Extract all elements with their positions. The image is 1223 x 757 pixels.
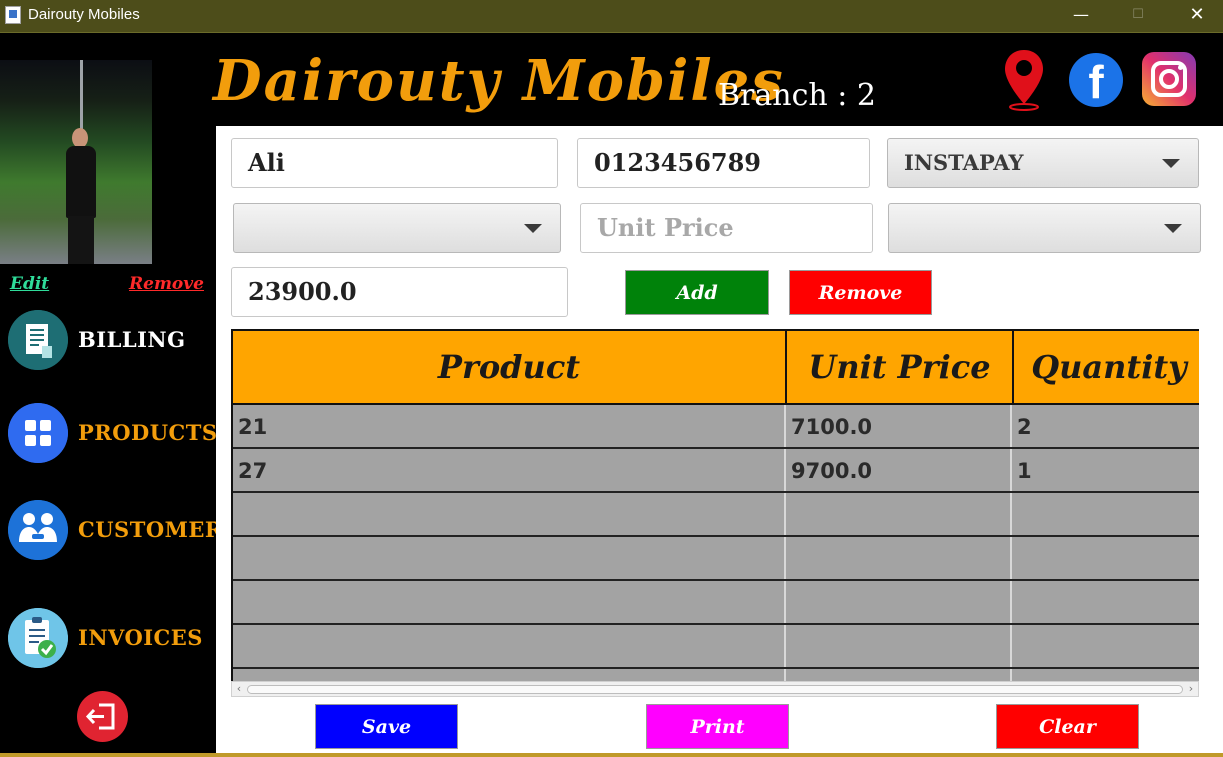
table-row[interactable]: 27 9700.0 1 (233, 449, 1199, 493)
table-cell[interactable] (233, 669, 786, 681)
payment-method-select[interactable]: INSTAPAY (887, 138, 1199, 188)
table-cell[interactable]: 2 (1012, 405, 1199, 447)
table-cell[interactable] (1012, 537, 1199, 579)
table-cell[interactable] (786, 625, 1012, 667)
table-row[interactable] (233, 493, 1199, 537)
table-cell[interactable]: 9700.0 (786, 449, 1012, 491)
table-cell[interactable] (1012, 581, 1199, 623)
table-cell[interactable] (786, 537, 1012, 579)
table-cell[interactable] (1012, 493, 1199, 535)
remove-item-button[interactable]: Remove (789, 270, 932, 315)
customer-name-field[interactable]: Ali (231, 138, 558, 188)
instagram-icon[interactable] (1142, 52, 1196, 106)
minimize-button[interactable]: — (1051, 0, 1111, 33)
app-icon (5, 6, 21, 24)
table-header: Product Unit Price Quantity (233, 329, 1199, 405)
title-bar: Dairouty Mobiles — ☐ ✕ (0, 0, 1223, 33)
table-cell[interactable] (1012, 625, 1199, 667)
brand-title: Dairouty Mobiles (213, 48, 785, 114)
add-button[interactable]: Add (625, 270, 769, 315)
table-row[interactable]: 21 7100.0 2 (233, 405, 1199, 449)
clear-button[interactable]: Clear (996, 704, 1139, 749)
profile-photo (0, 60, 152, 264)
nav-products[interactable]: PRODUCTS (8, 403, 218, 465)
cart-table[interactable]: Product Unit Price Quantity 21 7100.0 2 27 9… (231, 329, 1199, 681)
unit-price-field[interactable]: Unit Price (580, 203, 873, 253)
branch-label: Branch : 2 (718, 78, 876, 113)
scroll-right-icon[interactable]: › (1184, 682, 1198, 696)
table-cell[interactable] (233, 581, 786, 623)
nav-customers-label: CUSTOMERS (78, 517, 239, 542)
nav-invoices-label: INVOICES (78, 625, 203, 650)
sidebar: Edit Remove BILLING PRODUCTS CUSTOMERS I… (0, 34, 238, 757)
nav-customers[interactable]: CUSTOMERS (8, 500, 238, 562)
quantity-select[interactable] (888, 203, 1201, 253)
table-cell[interactable] (233, 537, 786, 579)
horizontal-scrollbar[interactable]: ‹ › (231, 681, 1199, 697)
nav-products-label: PRODUCTS (78, 420, 218, 445)
table-row[interactable] (233, 537, 1199, 581)
customers-icon (8, 500, 68, 560)
column-header-unit-price[interactable]: Unit Price (787, 331, 1014, 403)
table-cell[interactable]: 7100.0 (786, 405, 1012, 447)
chevron-down-icon (524, 224, 542, 233)
table-row[interactable] (233, 669, 1199, 681)
table-cell[interactable]: 1 (1012, 449, 1199, 491)
invoices-icon (8, 608, 68, 668)
table-cell[interactable]: 21 (233, 405, 786, 447)
scroll-left-icon[interactable]: ‹ (232, 682, 246, 696)
edit-photo-link[interactable]: Edit (10, 274, 49, 294)
logout-button[interactable] (77, 691, 128, 742)
chevron-down-icon (1162, 159, 1180, 168)
close-button[interactable]: ✕ (1167, 0, 1223, 33)
product-select[interactable] (233, 203, 561, 253)
table-cell[interactable] (786, 493, 1012, 535)
logout-icon (85, 703, 115, 730)
table-cell[interactable] (786, 669, 1012, 681)
products-icon (8, 403, 68, 463)
table-row[interactable] (233, 581, 1199, 625)
bottom-border (0, 753, 1223, 757)
location-icon[interactable] (1002, 48, 1046, 112)
scrollbar-thumb[interactable] (247, 685, 1183, 694)
table-row[interactable] (233, 625, 1199, 669)
table-cell[interactable] (233, 493, 786, 535)
nav-billing-label: BILLING (78, 327, 186, 352)
chevron-down-icon (1164, 224, 1182, 233)
billing-icon (8, 310, 68, 370)
remove-photo-link[interactable]: Remove (129, 274, 204, 294)
table-cell[interactable] (233, 625, 786, 667)
save-button[interactable]: Save (315, 704, 458, 749)
phone-field[interactable]: 0123456789 (577, 138, 870, 188)
table-cell[interactable] (786, 581, 1012, 623)
maximize-button[interactable]: ☐ (1108, 0, 1168, 33)
billing-panel: Ali 0123456789 INSTAPAY Unit Price 23900… (216, 126, 1223, 753)
column-header-product[interactable]: Product (233, 331, 787, 403)
nav-billing[interactable]: BILLING (8, 310, 216, 372)
table-cell[interactable]: 27 (233, 449, 786, 491)
window-title: Dairouty Mobiles (28, 6, 140, 23)
facebook-icon[interactable]: f (1069, 53, 1123, 108)
print-button[interactable]: Print (646, 704, 789, 749)
nav-invoices[interactable]: INVOICES (8, 608, 216, 670)
payment-method-value: INSTAPAY (904, 150, 1024, 175)
total-field[interactable]: 23900.0 (231, 267, 568, 317)
column-header-quantity[interactable]: Quantity (1014, 331, 1199, 403)
table-cell[interactable] (1012, 669, 1199, 681)
